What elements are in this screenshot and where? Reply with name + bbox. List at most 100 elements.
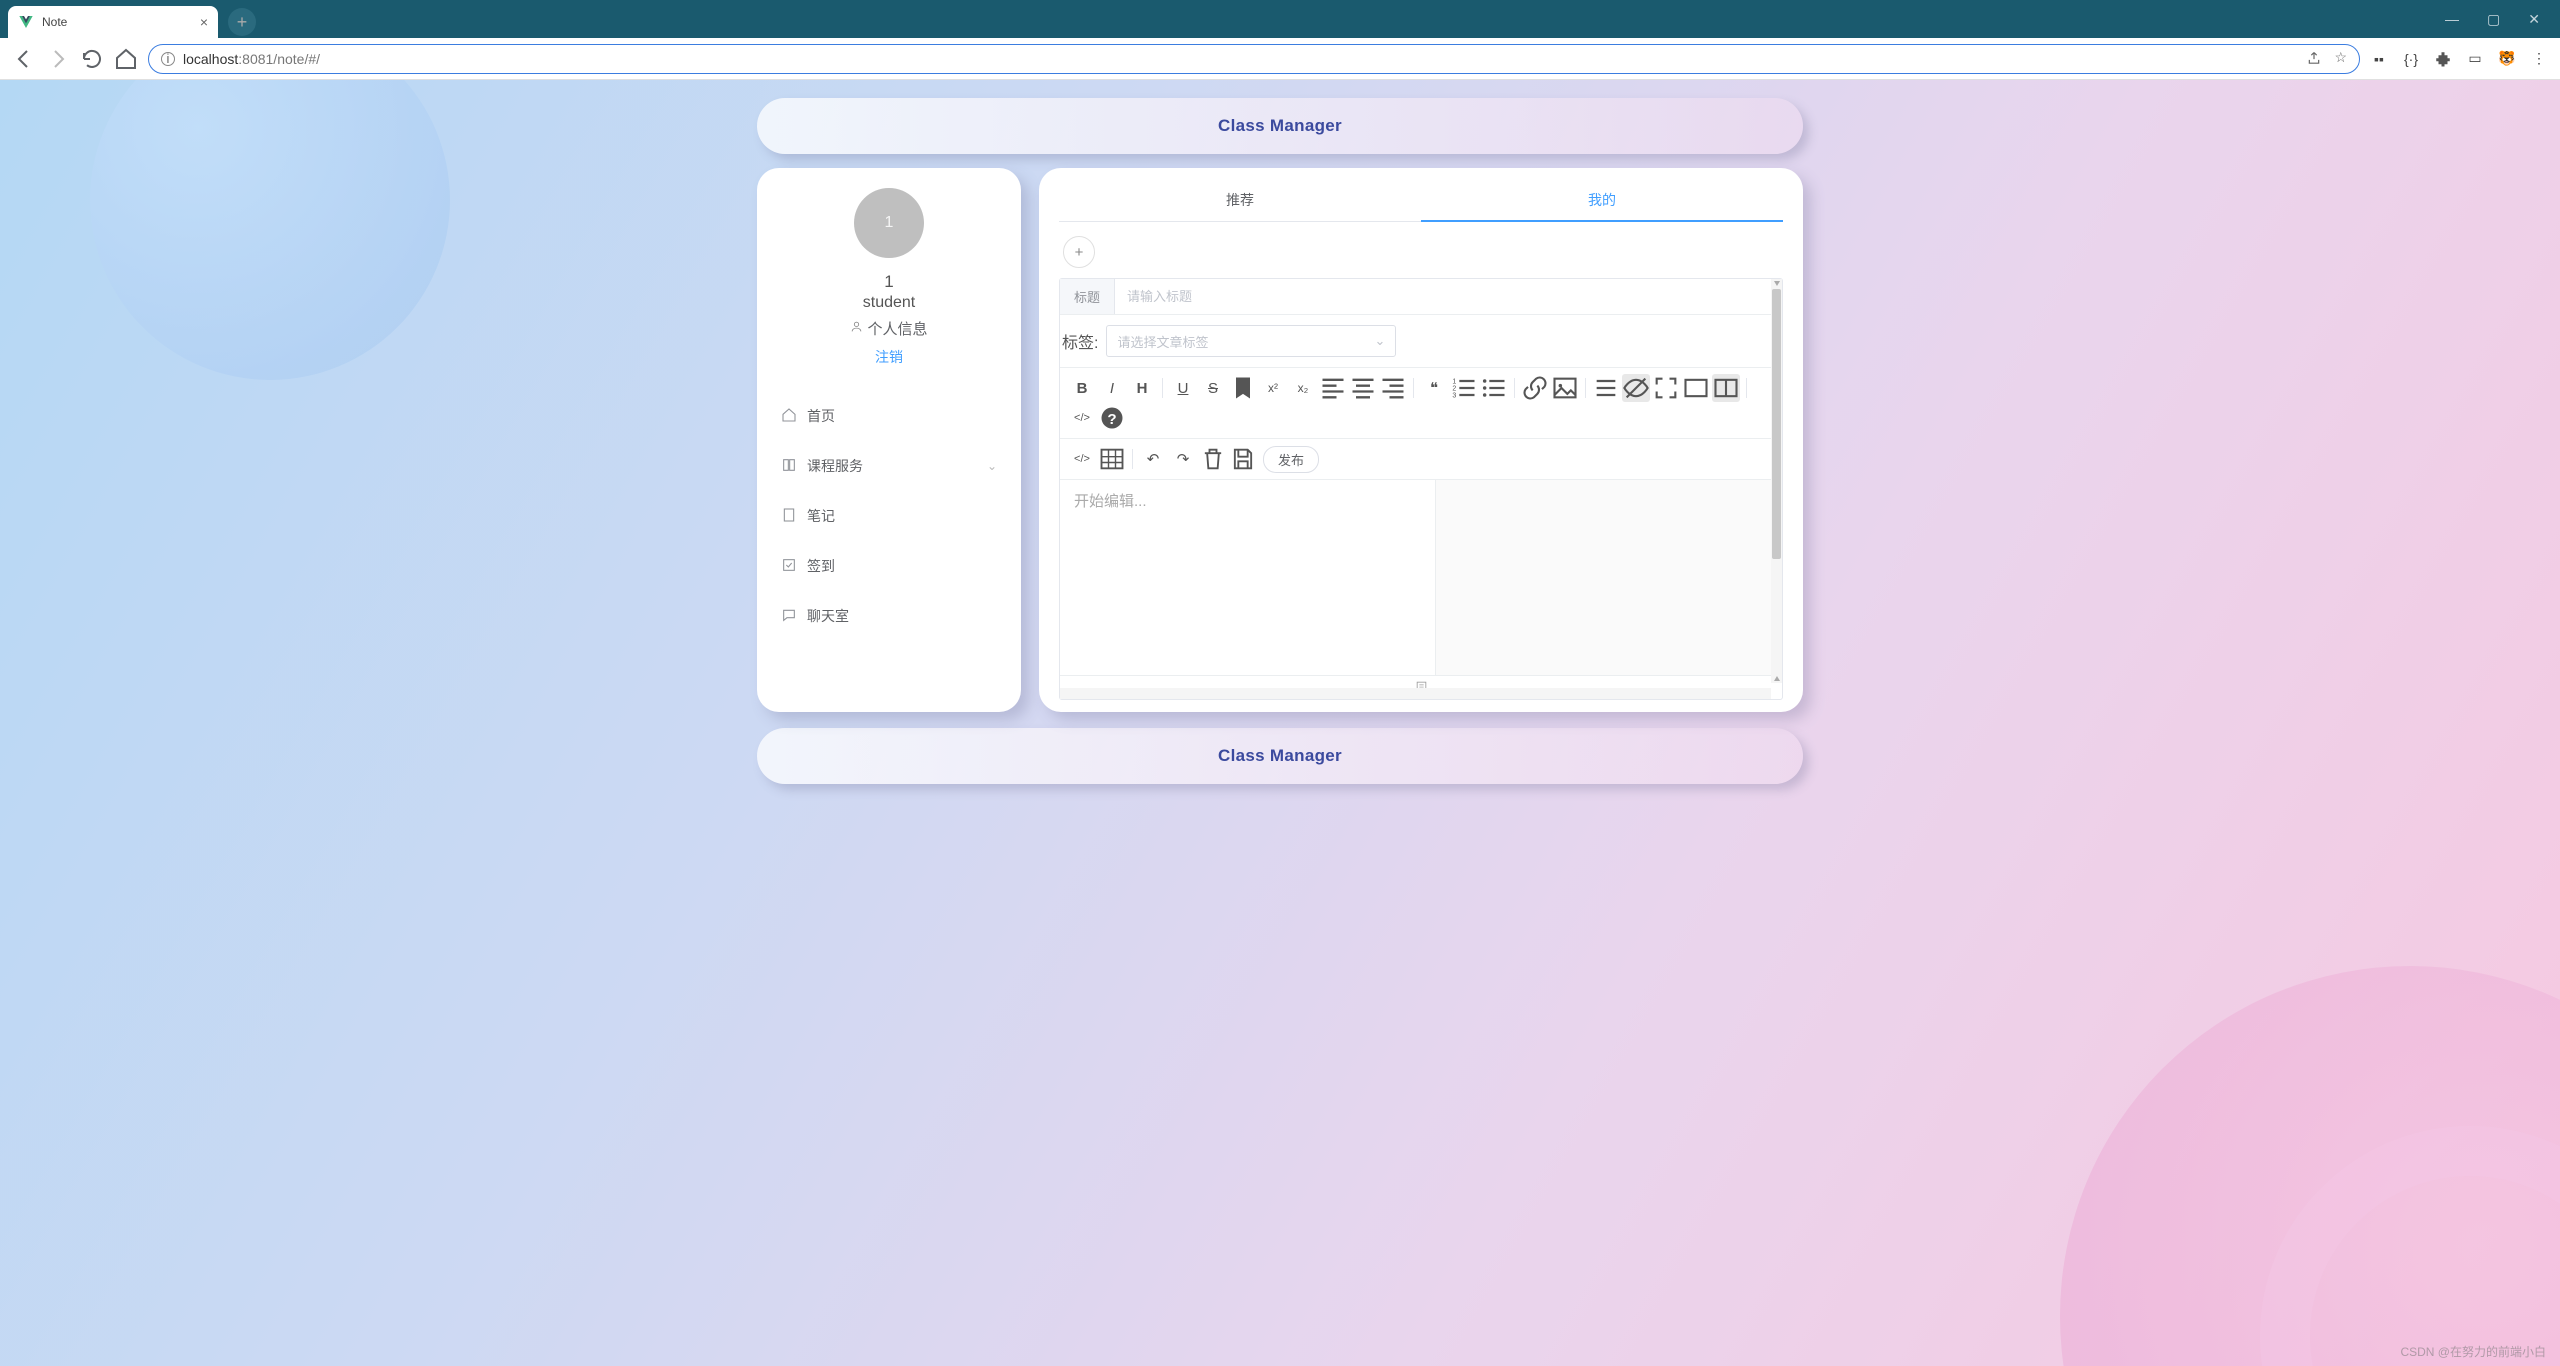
trash-button[interactable]	[1199, 445, 1227, 473]
sidebar: 1 1 student 个人信息 注销 首页	[757, 168, 1021, 712]
new-tab-button[interactable]: +	[228, 8, 256, 36]
main-panel: 推荐 我的 + 标题 标签: 请选择文章标签 ⌄	[1039, 168, 1803, 712]
footer-banner: Class Manager	[757, 728, 1803, 784]
header-banner: Class Manager	[757, 98, 1803, 154]
extension-icon[interactable]: ▪▪	[2370, 50, 2388, 68]
tab-title: Note	[42, 15, 67, 29]
close-icon[interactable]: ×	[200, 14, 208, 30]
redo-button[interactable]: ↷	[1169, 445, 1197, 473]
extension-toolbar: ▪▪ {·} ▭ 🐯 ⋮	[2370, 50, 2548, 68]
bookmark-button[interactable]	[1229, 374, 1257, 402]
bookmark-star-icon[interactable]: ☆	[2334, 49, 2347, 68]
chevron-down-icon: ⌄	[987, 459, 997, 473]
align-center-button[interactable]	[1349, 374, 1377, 402]
profile-icon[interactable]: 🐯	[2498, 50, 2516, 68]
scrollbar-horizontal[interactable]	[1060, 688, 1771, 699]
site-info-icon[interactable]: i	[161, 52, 175, 66]
sidebar-item-label: 签到	[807, 556, 835, 576]
unordered-list-button[interactable]	[1480, 374, 1508, 402]
extensions-menu-icon[interactable]	[2434, 50, 2452, 68]
editor-textarea[interactable]: 开始编辑...	[1060, 480, 1436, 675]
book-icon	[781, 457, 797, 476]
italic-button[interactable]: I	[1098, 374, 1126, 402]
share-icon[interactable]	[2306, 49, 2322, 68]
home-icon	[781, 407, 797, 426]
publish-button[interactable]: 发布	[1263, 446, 1319, 473]
save-button[interactable]	[1229, 445, 1257, 473]
undo-button[interactable]: ↶	[1139, 445, 1167, 473]
browser-tab[interactable]: Note ×	[8, 6, 218, 38]
image-button[interactable]	[1551, 374, 1579, 402]
sidebar-item-courses[interactable]: 课程服务 ⌄	[757, 441, 1021, 491]
ordered-list-button[interactable]: 123	[1450, 374, 1478, 402]
url-text: localhost:8081/note/#/	[183, 51, 320, 67]
chrome-menu-icon[interactable]: ⋮	[2530, 50, 2548, 68]
fullscreen-button[interactable]	[1652, 374, 1680, 402]
logout-link[interactable]: 注销	[757, 347, 1021, 367]
table-button[interactable]	[1098, 445, 1126, 473]
person-icon	[850, 320, 863, 337]
maximize-icon[interactable]: ▢	[2487, 11, 2500, 28]
underline-button[interactable]: U	[1169, 374, 1197, 402]
sidebar-item-chat[interactable]: 聊天室	[757, 591, 1021, 641]
scrollbar-vertical[interactable]	[1771, 279, 1782, 683]
sidebar-item-checkin[interactable]: 签到	[757, 541, 1021, 591]
profile-label: 个人信息	[867, 318, 927, 339]
subscript-button[interactable]: x₂	[1289, 374, 1317, 402]
reading-list-icon[interactable]: ▭	[2466, 50, 2484, 68]
link-button[interactable]	[1521, 374, 1549, 402]
tag-select[interactable]: 请选择文章标签 ⌄	[1106, 325, 1396, 357]
sidebar-item-label: 课程服务	[807, 456, 863, 476]
add-button[interactable]: +	[1063, 236, 1095, 268]
title-label: 标题	[1060, 279, 1115, 314]
chevron-down-icon: ⌄	[1375, 333, 1386, 349]
minimize-icon[interactable]: —	[2445, 11, 2459, 27]
heading-button[interactable]: H	[1128, 374, 1156, 402]
tab-recommend[interactable]: 推荐	[1059, 184, 1421, 221]
reload-button[interactable]	[80, 47, 104, 71]
bold-button[interactable]: B	[1068, 374, 1096, 402]
sidebar-menu: 首页 课程服务 ⌄ 笔记 签到	[757, 391, 1021, 641]
readmode-button[interactable]	[1682, 374, 1710, 402]
align-left-button[interactable]	[1319, 374, 1347, 402]
avatar[interactable]: 1	[854, 188, 924, 258]
strike-button[interactable]: S	[1199, 374, 1227, 402]
chat-icon	[781, 607, 797, 626]
split-button[interactable]	[1712, 374, 1740, 402]
tag-row: 标签: 请选择文章标签 ⌄	[1060, 315, 1782, 367]
preview-button[interactable]	[1622, 374, 1650, 402]
user-id: 1	[757, 272, 1021, 292]
vue-icon	[18, 14, 34, 30]
code-button[interactable]: </>	[1068, 445, 1096, 473]
superscript-button[interactable]: x²	[1259, 374, 1287, 402]
tag-label: 标签:	[1062, 329, 1098, 353]
home-button[interactable]	[114, 47, 138, 71]
editor: 标题 标签: 请选择文章标签 ⌄ B I H	[1059, 278, 1783, 700]
toc-button[interactable]	[1592, 374, 1620, 402]
svg-text:2: 2	[1452, 385, 1456, 392]
address-bar: i localhost:8081/note/#/ ☆ ▪▪ {·} ▭ 🐯 ⋮	[0, 38, 2560, 80]
align-right-button[interactable]	[1379, 374, 1407, 402]
sidebar-item-label: 首页	[807, 406, 835, 426]
back-button[interactable]	[12, 47, 36, 71]
watermark: CSDN @在努力的前端小白	[2400, 1343, 2546, 1360]
user-info: 1 student 个人信息 注销	[757, 272, 1021, 367]
extension-icon[interactable]: {·}	[2402, 50, 2420, 68]
check-icon	[781, 557, 797, 576]
close-window-icon[interactable]: ✕	[2528, 11, 2540, 28]
tab-mine[interactable]: 我的	[1421, 184, 1783, 222]
title-row: 标题	[1060, 279, 1782, 315]
profile-link[interactable]: 个人信息	[757, 318, 1021, 339]
forward-button[interactable]	[46, 47, 70, 71]
url-input[interactable]: i localhost:8081/note/#/ ☆	[148, 44, 2360, 74]
help-button[interactable]: ?	[1098, 404, 1126, 432]
content-tabs: 推荐 我的	[1059, 184, 1783, 222]
quote-button[interactable]: ❝	[1420, 374, 1448, 402]
html-button[interactable]: </>	[1068, 404, 1096, 432]
sidebar-item-label: 笔记	[807, 506, 835, 526]
sidebar-item-label: 聊天室	[807, 606, 849, 626]
browser-chrome: Note × + — ▢ ✕ i localhost:8081/note/#/ …	[0, 0, 2560, 80]
sidebar-item-notes[interactable]: 笔记	[757, 491, 1021, 541]
title-input[interactable]	[1115, 279, 1782, 314]
sidebar-item-home[interactable]: 首页	[757, 391, 1021, 441]
